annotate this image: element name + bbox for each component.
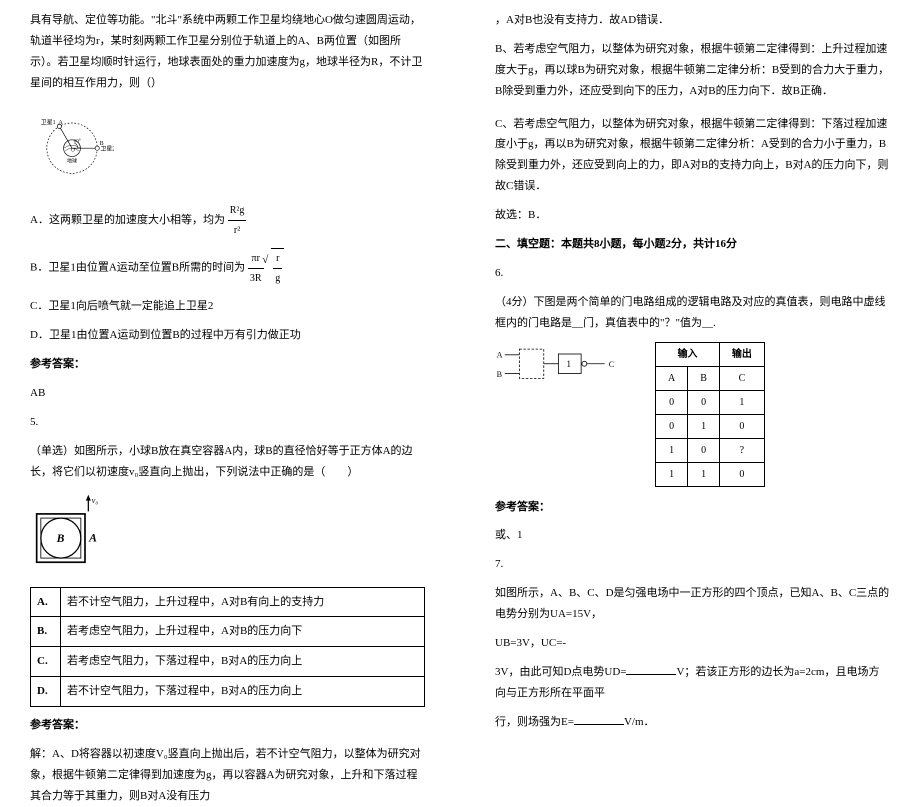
q6-intro: （4分）下图是两个简单的门电路组成的逻辑电路及对应的真值表，则电路中虚线框内的门… [495,292,890,334]
q4-answer: AB [30,383,425,404]
q4-option-c: C．卫星1向后喷气就一定能追上卫星2 [30,296,425,317]
truth-table: 输入输出 A B C 001 010 10? 110 [655,342,765,487]
table-row: D.若不计空气阻力，下落过程中，B对A的压力向上 [31,677,425,707]
sat1-label: 卫星1 [41,118,56,125]
table-row: A.若不计空气阻力，上升过程中，A对B有向上的支持力 [31,587,425,617]
q5-options-table: A.若不计空气阻力，上升过程中，A对B有向上的支持力 B.若考虑空气阻力，上升过… [30,587,425,708]
q4-intro: 具有导航、定位等功能。"北斗"系统中两颗工作卫星均绕地心O做匀速圆周运动，轨道半… [30,10,425,94]
q4-answer-label: 参考答案： [30,354,425,375]
svg-text:v₀: v₀ [92,496,99,505]
svg-text:B: B [56,532,65,545]
cont-p3: C、若考虑空气阻力，以整体为研究对象，根据牛顿第二定律得到：下落过程加速度小于g… [495,114,890,198]
q4-orbit-figure: 卫星1 A B 卫星2 60° 地球 O [30,102,425,194]
svg-text:A: A [88,531,97,544]
q7-line4: 行，则场强为E=V/m． [495,712,890,733]
right-column: ，A对B也没有支持力．故AD错误． B、若考虑空气阻力，以整体为研究对象，根据牛… [485,10,890,641]
q5-number: 5. [30,412,425,433]
q7-line1: 如图所示，A、B、C、D是匀强电场中一正方形的四个顶点，已知A、B、C三点的电势… [495,583,890,625]
section-2-heading: 二、填空题：本题共8小题，每小题2分，共计16分 [495,234,890,255]
blank-UD [626,663,676,675]
svg-text:O: O [71,147,75,153]
orbit-diagram: 卫星1 A B 卫星2 60° 地球 O [30,102,114,186]
svg-text:A: A [497,350,503,359]
svg-text:C: C [609,360,614,369]
svg-text:B: B [497,369,503,378]
sat2-label: 卫星2 [101,145,114,152]
q5-answer-label: 参考答案： [30,715,425,736]
q5-box-figure: B A v₀ [30,491,425,579]
angle-label: 60° [74,137,81,144]
left-column: 具有导航、定位等功能。"北斗"系统中两颗工作卫星均绕地心O做匀速圆周运动，轨道半… [30,10,435,641]
q7-number: 7. [495,554,890,575]
cont-p4: 故选：B． [495,205,890,226]
q7-line3: 3V，由此可知D点电势UD=V；若该正方形的边长为a=2cm，且电场方向与正方形… [495,662,890,704]
q4-option-b: B．卫星1由位置A运动至位置B所需的时间为 πr 3R r g [30,248,425,288]
box-diagram: B A v₀ [30,491,130,571]
table-row: C.若考虑空气阻力，下落过程中，B对A的压力向上 [31,647,425,677]
q6-answer-label: 参考答案： [495,497,890,518]
q6-number: 6. [495,263,890,284]
svg-text:1: 1 [567,359,571,369]
cont-p1: ，A对B也没有支持力．故AD错误． [495,10,890,31]
earth-label: 地球 [67,157,77,164]
q5-explanation: 解：A、D将容器以初速度V₀竖直向上抛出后，若不计空气阻力，以整体为研究对象，根… [30,744,425,807]
q4-option-a: A．这两颗卫星的加速度大小相等，均为 R²g r² [30,201,425,240]
q5-intro: （单选）如图所示，小球B放在真空容器A内，球B的直径恰好等于正方体A的边长，将它… [30,441,425,483]
logic-circuit: A B 1 C [495,342,625,392]
q6-figure-row: A B 1 C 输入输出 A B C 001 010 10? 110 [495,342,890,487]
cont-p2: B、若考虑空气阻力，以整体为研究对象，根据牛顿第二定律得到：上升过程加速度大于g… [495,39,890,102]
blank-E [574,713,624,725]
q4-option-d: D．卫星1由位置A运动到位置B的过程中万有引力做正功 [30,325,425,346]
q6-answer: 或、1 [495,525,890,546]
table-row: B.若考虑空气阻力，上升过程中，A对B的压力向下 [31,617,425,647]
